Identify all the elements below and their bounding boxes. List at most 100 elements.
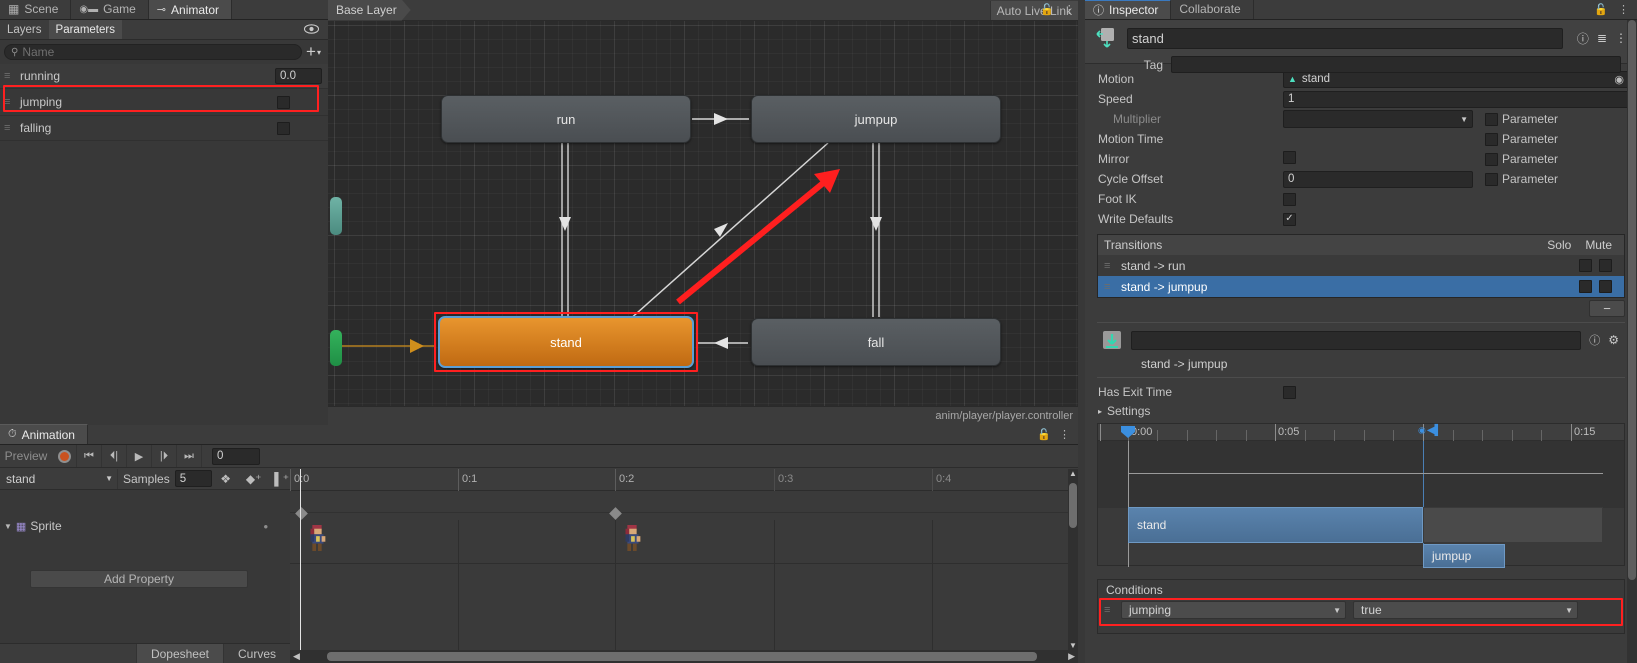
state-node-run[interactable]: run: [441, 95, 691, 143]
scrollbar-thumb[interactable]: [326, 652, 1037, 661]
search-input[interactable]: ⚲ Name: [4, 44, 303, 60]
mirror-checkbox[interactable]: [1283, 151, 1296, 164]
timeline-clip-stand[interactable]: stand: [1128, 507, 1423, 543]
parameter-row-running[interactable]: ≡ running 0.0: [0, 64, 328, 89]
transition-name-field[interactable]: [1131, 330, 1582, 350]
timeline-clip-jumpup[interactable]: jumpup: [1423, 544, 1505, 568]
samples-field[interactable]: 5: [174, 470, 212, 487]
kebab-icon[interactable]: ⋮: [1059, 428, 1070, 441]
drag-handle-icon[interactable]: ≡: [4, 71, 14, 82]
add-parameter-button[interactable]: +: [306, 43, 316, 60]
condition-row[interactable]: ≡ jumping ▼ true ▼: [1098, 599, 1624, 621]
play-button[interactable]: ▶: [127, 445, 152, 467]
drag-handle-icon[interactable]: ≡: [1104, 260, 1114, 271]
parameter-checkbox[interactable]: [277, 121, 290, 135]
subtab-layers[interactable]: Layers: [0, 20, 49, 39]
kebab-icon[interactable]: ⋮: [1615, 31, 1627, 45]
dopesheet-hscrollbar[interactable]: ◀ ▶: [290, 650, 1078, 663]
tag-field[interactable]: [1171, 56, 1621, 73]
motion-object-field[interactable]: ▲ stand ◉: [1283, 70, 1629, 88]
dopesheet-summary-lane[interactable]: [290, 491, 1078, 513]
tab-dopesheet[interactable]: Dopesheet: [135, 643, 223, 663]
playhead[interactable]: [300, 469, 301, 663]
condition-parameter-dropdown[interactable]: jumping ▼: [1121, 601, 1346, 619]
lock-icon[interactable]: 🔓: [1594, 3, 1608, 16]
tab-animation[interactable]: ⏱ Animation: [0, 424, 88, 444]
help-icon[interactable]: ⓘ: [1589, 332, 1600, 348]
tab-curves[interactable]: Curves: [222, 643, 290, 663]
object-picker-icon[interactable]: ◉: [1614, 73, 1624, 86]
tab-inspector[interactable]: ⓘ Inspector: [1085, 0, 1172, 19]
scroll-down-icon[interactable]: ▼: [1069, 641, 1077, 650]
help-icon[interactable]: ⓘ: [1577, 30, 1589, 47]
sprite-track[interactable]: [290, 520, 1078, 663]
first-frame-button[interactable]: ⏮: [77, 445, 102, 467]
eye-icon[interactable]: [303, 23, 320, 38]
transition-row-stand-jumpup[interactable]: ≡ stand -> jumpup: [1098, 276, 1624, 297]
property-group-sprite[interactable]: ▼ ▦ Sprite •: [0, 515, 290, 537]
kebab-icon[interactable]: ⋮: [1618, 3, 1629, 16]
frame-field[interactable]: 0: [212, 447, 260, 465]
state-node-jumpup[interactable]: jumpup: [751, 95, 1001, 143]
transition-timeline[interactable]: 0:00 0:05 0:15 ◉ ◀▌ stand jumpup: [1097, 423, 1625, 568]
drag-handle-icon[interactable]: ≡: [4, 97, 14, 108]
scroll-up-icon[interactable]: ▲: [1069, 469, 1077, 478]
chevron-down-icon[interactable]: ▾: [317, 48, 321, 57]
state-name-field[interactable]: stand: [1127, 27, 1563, 49]
motion-time-parameter-checkbox[interactable]: [1485, 132, 1498, 146]
drag-handle-icon[interactable]: ≡: [1104, 281, 1114, 292]
scrollbar-thumb[interactable]: [1069, 483, 1077, 528]
clip-dropdown[interactable]: stand ▼: [0, 468, 118, 489]
transition-marker-icon[interactable]: ◉ ◀▌: [1418, 425, 1442, 436]
scroll-left-icon[interactable]: ◀: [290, 651, 303, 662]
has-exit-time-checkbox[interactable]: [1283, 385, 1296, 399]
last-frame-button[interactable]: ⏭: [177, 445, 202, 467]
lock-icon[interactable]: 🔓: [1037, 428, 1051, 441]
multiplier-parameter-checkbox[interactable]: [1485, 112, 1498, 126]
drag-handle-icon[interactable]: ≡: [4, 123, 14, 134]
transition-row-stand-run[interactable]: ≡ stand -> run: [1098, 255, 1624, 276]
condition-value-dropdown[interactable]: true ▼: [1353, 601, 1578, 619]
scrollbar-thumb[interactable]: [1628, 20, 1636, 580]
parameter-value-field[interactable]: 0.0: [275, 68, 322, 84]
chevron-down-icon[interactable]: ▼: [4, 522, 12, 531]
scroll-right-icon[interactable]: ▶: [1065, 651, 1078, 662]
playhead-icon[interactable]: [1120, 425, 1136, 438]
parameter-row-falling[interactable]: ≡ falling: [0, 116, 328, 141]
settings-foldout[interactable]: ▸ Settings: [1085, 402, 1637, 420]
solo-checkbox[interactable]: [1579, 259, 1592, 272]
timeline-ruler[interactable]: 0:00 0:05 0:15 ◉ ◀▌: [1098, 424, 1624, 441]
tab-animator[interactable]: ⊸ Animator: [148, 0, 233, 19]
parameter-row-jumping[interactable]: ≡ jumping: [0, 89, 328, 116]
next-frame-button[interactable]: |⏵: [152, 445, 177, 467]
speed-field[interactable]: 1: [1283, 90, 1629, 108]
prev-frame-button[interactable]: ⏴|: [102, 445, 127, 467]
tab-game[interactable]: ◉▬ Game: [71, 0, 149, 19]
mute-checkbox[interactable]: [1599, 280, 1612, 293]
mute-checkbox[interactable]: [1599, 259, 1612, 272]
drag-handle-icon[interactable]: ≡: [1104, 605, 1114, 616]
cycle-offset-field[interactable]: 0: [1283, 170, 1473, 188]
add-property-button[interactable]: Add Property: [30, 570, 248, 588]
kebab-icon[interactable]: ⋮: [1064, 3, 1075, 16]
foot-ik-checkbox[interactable]: [1283, 192, 1296, 206]
gear-icon[interactable]: ⚙: [1608, 333, 1619, 347]
chevron-right-icon[interactable]: ▸: [1098, 407, 1102, 416]
inspector-vscrollbar[interactable]: [1627, 20, 1637, 663]
parameter-checkbox[interactable]: [277, 95, 290, 109]
preview-label[interactable]: Preview: [0, 449, 52, 463]
dopesheet-ruler[interactable]: 0:0 0:1 0:2 0:3 0:4: [290, 469, 1078, 491]
add-keyframe-icon[interactable]: ◆⁺: [240, 472, 268, 486]
write-defaults-checkbox[interactable]: ✓: [1283, 212, 1296, 226]
subtab-parameters[interactable]: Parameters: [48, 20, 122, 39]
animation-vscrollbar[interactable]: ▲ ▼: [1068, 469, 1078, 650]
multiplier-dropdown[interactable]: ▼: [1283, 110, 1473, 128]
remove-transition-button[interactable]: −: [1589, 300, 1625, 317]
solo-checkbox[interactable]: [1579, 280, 1592, 293]
mirror-parameter-checkbox[interactable]: [1485, 152, 1498, 166]
tab-scene[interactable]: ▦ Scene: [0, 0, 72, 19]
state-node-fall[interactable]: fall: [751, 318, 1001, 366]
record-icon[interactable]: [52, 445, 77, 467]
cycle-offset-parameter-checkbox[interactable]: [1485, 172, 1498, 186]
tab-collaborate[interactable]: Collaborate: [1171, 0, 1254, 19]
